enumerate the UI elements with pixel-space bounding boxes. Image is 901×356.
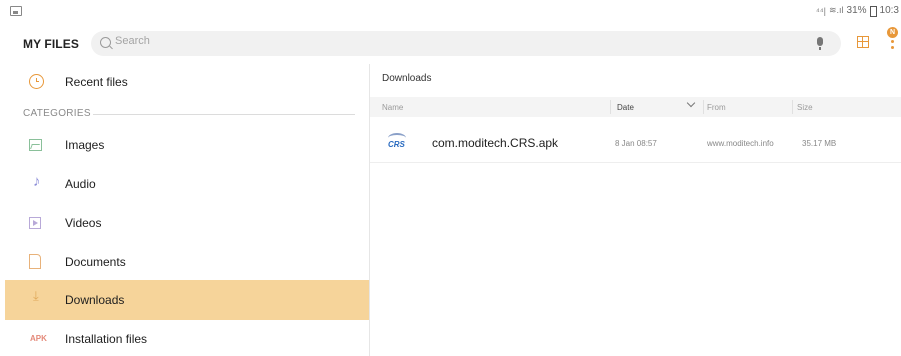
file-date: 8 Jan 08:57 — [615, 139, 657, 148]
download-icon: ⤓ — [33, 288, 39, 303]
search-icon — [100, 37, 111, 48]
sidebar-item-documents[interactable]: Documents — [5, 244, 369, 282]
document-icon — [29, 254, 41, 269]
file-size: 35.17 MB — [802, 139, 837, 148]
column-divider — [610, 100, 611, 114]
breadcrumb: Downloads — [382, 73, 432, 84]
column-header-date[interactable]: Date — [617, 103, 634, 112]
my-files-screen: ⁴⁴| ≋.ıl 31% 10:3 MY FILES N Recent file… — [0, 0, 901, 356]
battery-icon — [869, 6, 877, 17]
apk-icon: APK — [30, 334, 47, 343]
column-header-from[interactable]: From — [707, 103, 726, 112]
sidebar-item-label: Installation files — [65, 332, 148, 346]
sidebar-item-label: Downloads — [65, 293, 125, 307]
app-bar: MY FILES N — [0, 22, 901, 64]
sidebar-item-images[interactable]: Images — [5, 127, 369, 165]
search-box[interactable] — [91, 31, 841, 56]
sidebar-item-label: Videos — [65, 216, 102, 230]
column-divider — [703, 100, 704, 114]
crs-app-icon: CRS — [386, 132, 408, 152]
sidebar-item-downloads[interactable]: ⤓ Downloads — [5, 280, 369, 320]
battery-percent: 31% — [846, 5, 867, 16]
app-title: MY FILES — [23, 37, 79, 51]
grid-view-icon[interactable] — [857, 36, 869, 48]
sidebar-item-label: Documents — [65, 255, 126, 269]
status-bar: ⁴⁴| ≋.ıl 31% 10:3 — [0, 0, 901, 22]
column-divider — [792, 100, 793, 114]
sidebar-item-installation-files[interactable]: APK Installation files — [5, 321, 369, 356]
notification-badge: N — [887, 27, 898, 38]
sidebar: Recent files CATEGORIES Images ♪ Audio V… — [0, 64, 370, 356]
clock-time: 10:3 — [879, 5, 899, 16]
sidebar-item-label: Audio — [65, 177, 96, 191]
categories-heading: CATEGORIES — [23, 108, 91, 119]
chevron-down-icon[interactable] — [686, 98, 696, 108]
search-input[interactable] — [115, 35, 775, 47]
column-header-size[interactable]: Size — [797, 103, 813, 112]
column-header-name[interactable]: Name — [382, 103, 403, 112]
status-indicators: ⁴⁴| ≋.ıl 31% 10:3 — [815, 5, 899, 17]
clock-icon — [29, 74, 44, 89]
sidebar-item-audio[interactable]: ♪ Audio — [5, 166, 369, 204]
microphone-icon[interactable] — [817, 37, 823, 50]
categories-divider — [93, 114, 355, 115]
sidebar-item-videos[interactable]: Videos — [5, 205, 369, 243]
wifi-icon: ≋.ıl — [828, 5, 844, 15]
sidebar-item-label: Recent files — [65, 75, 128, 89]
file-source: www.moditech.info — [707, 139, 774, 148]
video-icon — [29, 217, 41, 229]
signal-icon: ⁴⁴| — [815, 5, 826, 16]
column-header-row: Name Date From Size — [370, 97, 901, 117]
file-name: com.moditech.CRS.apk — [432, 136, 559, 150]
image-icon — [29, 139, 42, 151]
sidebar-item-label: Images — [65, 138, 105, 152]
file-list-pane: Downloads Name Date From Size CRS com.mo… — [370, 64, 901, 356]
gallery-notification-icon — [10, 6, 22, 16]
more-options-icon[interactable] — [891, 40, 894, 58]
sidebar-item-recent-files[interactable]: Recent files — [5, 64, 369, 102]
music-note-icon: ♪ — [33, 173, 41, 190]
file-row[interactable]: CRS com.moditech.CRS.apk 8 Jan 08:57 www… — [370, 124, 901, 163]
